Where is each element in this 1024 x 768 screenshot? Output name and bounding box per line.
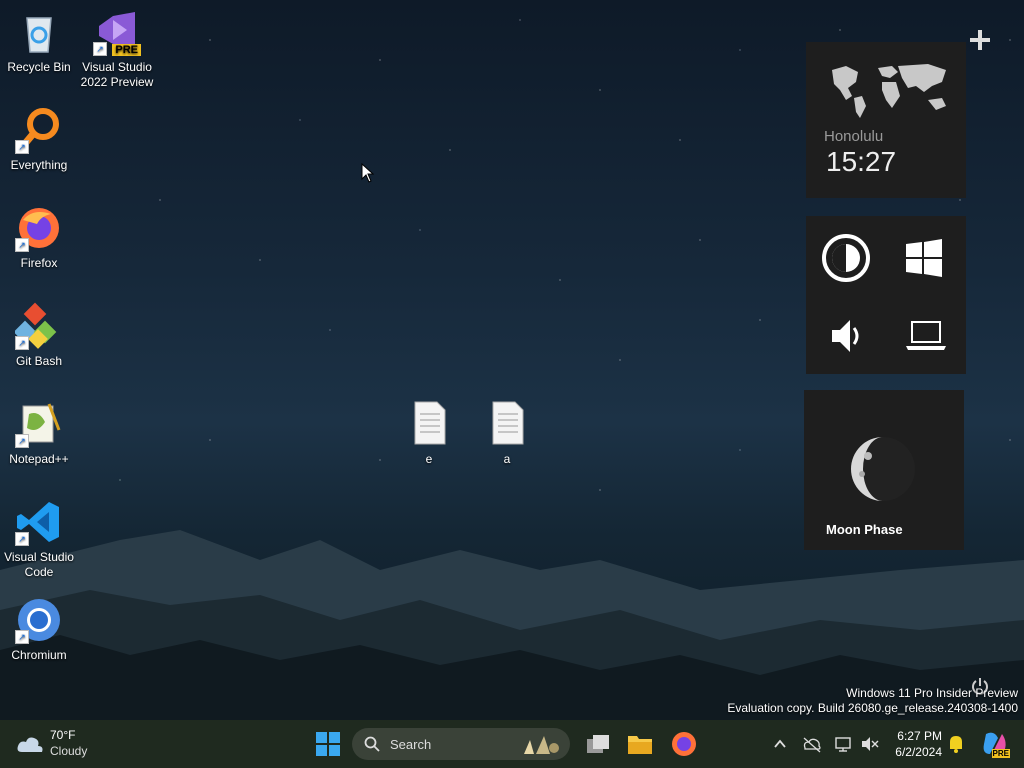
recycle-bin-icon [15, 8, 63, 56]
start-button[interactable] [314, 730, 342, 758]
taskbar-clock[interactable]: 6:27 PM 6/2/2024 [882, 728, 942, 760]
shortcut-arrow-icon: ↗ [15, 140, 29, 154]
show-hidden-icons-button[interactable] [772, 730, 788, 758]
brightness-icon [822, 234, 870, 282]
shortcut-arrow-icon: ↗ [15, 336, 29, 350]
search-highlight-icon [524, 736, 559, 754]
weather-temp: 70°F [50, 728, 76, 742]
volume-muted-icon [862, 737, 879, 751]
cloud-icon [17, 737, 43, 752]
windows-button[interactable] [902, 236, 946, 280]
shortcut-arrow-icon: ↗ [15, 238, 29, 252]
add-gadget-button[interactable] [966, 26, 994, 54]
network-icon [835, 737, 851, 752]
git-bash-icon: ↗ [13, 302, 63, 350]
volume-tray-button[interactable] [860, 730, 880, 758]
everything-search-icon: ↗ [15, 106, 63, 154]
windows-icon [906, 239, 942, 277]
notepad-plus-plus-icon: ↗ [15, 400, 63, 448]
search-icon [364, 736, 380, 752]
notifications-button[interactable] [946, 730, 966, 758]
copilot-button[interactable]: PRE [980, 730, 1010, 758]
visual-studio-icon: PRE ↗ [93, 8, 141, 56]
moon-icon [851, 437, 915, 501]
world-clock-gadget[interactable]: Honolulu 15:27 [806, 42, 966, 198]
volume-button[interactable] [824, 314, 868, 358]
weather-condition: Cloudy [50, 744, 88, 758]
task-view-icon [587, 735, 609, 753]
copilot-pre-badge: PRE [991, 749, 1010, 758]
laptop-icon [906, 321, 946, 350]
text-file-icon [483, 400, 531, 448]
chevron-up-icon [774, 739, 786, 748]
cloud-offline-icon [803, 737, 821, 753]
system-controls-gadget [806, 216, 966, 374]
shortcut-arrow-icon: ↗ [15, 434, 29, 448]
shortcut-arrow-icon: ↗ [15, 532, 29, 546]
clock-time: 15:27 [826, 146, 897, 177]
firefox-icon: ↗ [15, 204, 63, 252]
windows-start-icon [316, 732, 340, 756]
taskbar-search[interactable]: Search [352, 728, 570, 760]
desktop-icon-git-bash[interactable]: ↗ Git Bash [0, 302, 78, 369]
bell-icon [950, 736, 962, 753]
shortcut-arrow-icon: ↗ [93, 42, 107, 56]
device-button[interactable] [904, 314, 948, 358]
chromium-icon: ↗ [15, 596, 63, 644]
desktop-file-e[interactable]: e [390, 400, 468, 467]
moon-phase-label: Moon Phase [826, 522, 903, 537]
clock-time-text: 6:27 PM [897, 729, 942, 743]
desktop-icon-firefox[interactable]: ↗ Firefox [0, 204, 78, 271]
desktop-icon-chromium[interactable]: ↗ Chromium [0, 596, 78, 663]
desktop-icon-everything[interactable]: ↗ Everything [0, 106, 78, 173]
desktop-icon-recycle-bin[interactable]: Recycle Bin [0, 8, 78, 75]
folder-icon [628, 736, 652, 754]
firefox-taskbar-button[interactable] [670, 730, 698, 758]
moon-phase-gadget[interactable]: Moon Phase [804, 390, 964, 550]
desktop-icon-visual-studio-code[interactable]: ↗ Visual Studio Code [0, 498, 78, 580]
volume-icon [832, 320, 859, 352]
brightness-button[interactable] [820, 232, 872, 284]
vscode-icon: ↗ [15, 498, 63, 546]
preview-badge: PRE [112, 44, 141, 56]
task-view-button[interactable] [584, 730, 612, 758]
plus-icon [970, 30, 990, 50]
file-explorer-button[interactable] [626, 730, 654, 758]
onedrive-tray-button[interactable] [802, 730, 822, 758]
network-tray-button[interactable] [834, 730, 854, 758]
firefox-icon [672, 732, 696, 756]
desktop-icon-notepad-plus-plus[interactable]: ↗ Notepad++ [0, 400, 78, 467]
desktop-file-a[interactable]: a [468, 400, 546, 467]
taskbar: 70°F Cloudy Search 6:27 PM 6/2/2024 PRE [0, 720, 1024, 768]
weather-widget[interactable]: 70°F Cloudy [16, 726, 116, 762]
clock-city: Honolulu [824, 128, 884, 145]
mouse-cursor-icon [361, 163, 375, 183]
desktop-icon-visual-studio-2022-preview[interactable]: PRE ↗ Visual Studio 2022 Preview [78, 8, 156, 90]
text-file-icon [405, 400, 453, 448]
world-map-icon [832, 64, 946, 118]
shortcut-arrow-icon: ↗ [15, 630, 29, 644]
search-placeholder: Search [390, 736, 432, 752]
clock-date-text: 6/2/2024 [895, 745, 942, 759]
evaluation-watermark: Windows 11 Pro Insider Preview Evaluatio… [727, 686, 1018, 715]
